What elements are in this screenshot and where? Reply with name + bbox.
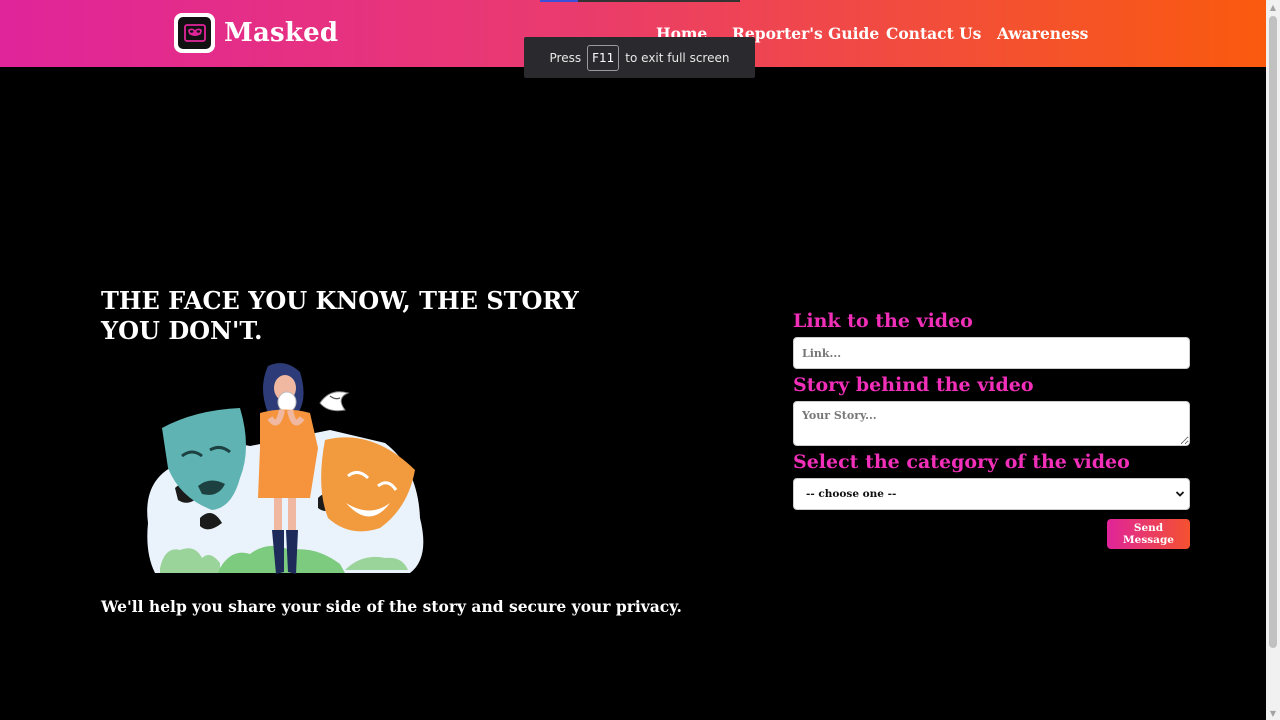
brand[interactable]: Masked <box>174 13 338 53</box>
brand-name: Masked <box>224 18 339 48</box>
scroll-down-icon[interactable]: ▼ <box>1266 706 1280 720</box>
nav-contact-us[interactable]: Contact Us <box>886 24 981 43</box>
nav-awareness[interactable]: Awareness <box>997 24 1088 43</box>
theatre-mask-icon <box>174 13 215 53</box>
video-link-input[interactable] <box>793 337 1190 369</box>
category-selected-value: -- choose one -- <box>806 488 897 500</box>
category-label: Select the category of the video <box>793 451 1130 473</box>
f11-key: F11 <box>587 44 620 71</box>
story-textarea[interactable] <box>793 401 1190 446</box>
fullscreen-indicator-line <box>540 0 740 2</box>
hero-headline: THE FACE YOU KNOW, THE STORY YOU DON'T. <box>101 286 579 345</box>
scroll-up-icon[interactable]: ▲ <box>1266 0 1280 14</box>
chevron-down-icon <box>1175 491 1185 497</box>
fullscreen-notice: Press F11 to exit full screen <box>524 37 755 78</box>
page-scrollbar[interactable]: ▲ ▼ <box>1266 0 1280 720</box>
fullscreen-notice-before: Press <box>549 50 582 65</box>
scrollbar-thumb[interactable] <box>1269 16 1277 648</box>
category-select[interactable]: -- choose one -- <box>793 478 1190 510</box>
theatre-masks-illustration <box>140 358 445 578</box>
story-label: Story behind the video <box>793 374 1034 396</box>
fullscreen-notice-after: to exit full screen <box>625 50 730 65</box>
video-link-label: Link to the video <box>793 310 973 332</box>
hero-subtext: We'll help you share your side of the st… <box>101 597 682 616</box>
report-form: Link to the video Story behind the video… <box>793 309 1190 549</box>
send-message-button[interactable]: Send Message <box>1107 519 1190 549</box>
